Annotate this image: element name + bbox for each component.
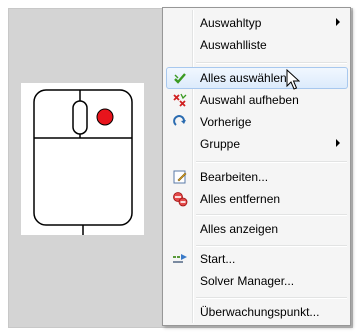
menu-item-label: Alles auswählen <box>200 71 287 85</box>
menu-item-label: Alles entfernen <box>200 192 281 206</box>
menu-item-label: Start... <box>200 252 236 266</box>
menu-item-start[interactable]: Start... <box>166 248 348 270</box>
menu-item-label: Auswahlliste <box>200 38 267 52</box>
submenu-arrow-icon <box>336 139 340 147</box>
menu-item-vorherige[interactable]: Vorherige <box>166 111 348 133</box>
menu-item-label: Auswahltyp <box>200 16 262 30</box>
redo-arrow-icon <box>172 114 188 130</box>
menu-item-label: Auswahl aufheben <box>200 93 299 107</box>
menu-item-label: Überwachungspunkt... <box>200 305 320 319</box>
menu-separator <box>196 297 347 299</box>
menu-item-gruppe[interactable]: Gruppe <box>166 133 348 155</box>
menu-item-label: Solver Manager... <box>200 274 295 288</box>
mouse-button-indicator <box>96 108 114 126</box>
check-icon <box>172 70 188 86</box>
context-menu: Auswahltyp Auswahlliste Alles auswählen … <box>162 7 351 326</box>
submenu-arrow-icon <box>336 18 340 26</box>
start-icon <box>172 251 188 267</box>
menu-item-ueberwachungspunkt[interactable]: Überwachungspunkt... <box>166 301 348 323</box>
menu-separator <box>196 245 347 247</box>
menu-item-label: Gruppe <box>200 137 241 151</box>
menu-item-alles-entfernen[interactable]: Alles entfernen <box>166 188 348 210</box>
menu-item-label: Alles anzeigen <box>200 222 279 236</box>
menu-item-auswahl-aufheben[interactable]: Auswahl aufheben <box>166 89 348 111</box>
menu-item-alles-auswaehlen[interactable]: Alles auswählen <box>166 67 348 89</box>
remove-icon <box>172 191 188 207</box>
deselect-icon <box>172 92 188 108</box>
menu-separator <box>196 161 347 163</box>
menu-item-auswahlliste[interactable]: Auswahlliste <box>166 34 348 56</box>
menu-separator <box>196 62 347 64</box>
menu-item-label: Vorherige <box>200 115 252 129</box>
menu-item-bearbeiten[interactable]: Bearbeiten... <box>166 166 348 188</box>
menu-separator <box>196 214 347 216</box>
menu-item-alles-anzeigen[interactable]: Alles anzeigen <box>166 218 348 240</box>
menu-item-auswahltyp[interactable]: Auswahltyp <box>166 12 348 34</box>
menu-item-solver-manager[interactable]: Solver Manager... <box>166 270 348 292</box>
menu-item-label: Bearbeiten... <box>200 170 269 184</box>
edit-icon <box>172 169 188 185</box>
mouse-pointer-icon <box>286 69 300 90</box>
mouse-drawing[interactable] <box>21 83 144 235</box>
mouse-illustration <box>33 89 133 235</box>
